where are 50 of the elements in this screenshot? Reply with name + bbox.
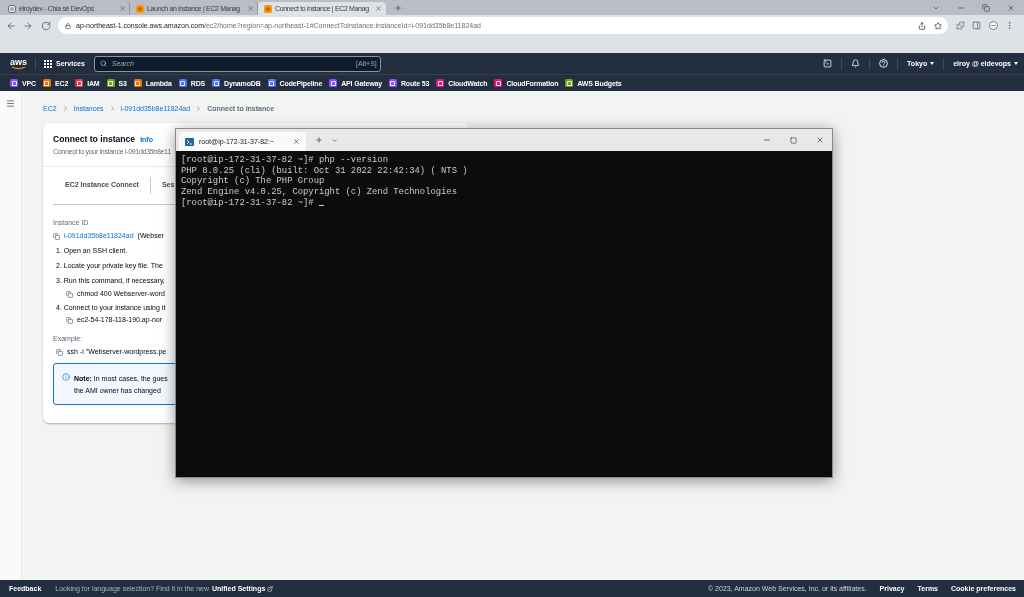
close-icon[interactable] — [375, 5, 382, 12]
caret-icon — [1014, 62, 1018, 65]
minimize-icon[interactable] — [763, 136, 771, 144]
close-icon[interactable] — [293, 138, 300, 145]
avatar-icon[interactable] — [989, 21, 998, 30]
new-tab-icon[interactable] — [394, 3, 402, 12]
restore-icon[interactable] — [982, 3, 990, 12]
chevron-right-icon — [61, 104, 69, 112]
back-icon[interactable] — [6, 20, 16, 31]
share-icon[interactable] — [918, 21, 926, 30]
terminal-line: [root@ip-172-31-37-82 ~]# — [181, 197, 314, 209]
new-tab-icon[interactable] — [315, 136, 323, 144]
logo[interactable]: aws — [10, 57, 27, 70]
terminal-icon[interactable] — [823, 59, 833, 68]
chevron-down-icon[interactable] — [331, 136, 338, 144]
terminal-line: Zend Engine v4.0.25, Copyright (c) Zend Technologies — [181, 187, 457, 198]
close-icon[interactable] — [816, 136, 824, 144]
close-icon[interactable] — [119, 5, 126, 12]
copy-icon[interactable] — [66, 316, 73, 324]
chevron-right-icon — [108, 104, 116, 112]
copy-icon[interactable] — [56, 348, 63, 356]
terminal-line: [root@ip-172-31-37-82 ~]# php --version — [181, 155, 388, 166]
puzzle-icon[interactable] — [956, 21, 965, 30]
reload-icon[interactable] — [41, 20, 51, 31]
grid-icon — [44, 59, 52, 68]
external-link-icon — [267, 585, 274, 592]
copy-icon[interactable] — [53, 232, 60, 240]
maximize-icon[interactable] — [790, 136, 797, 144]
forward-icon[interactable] — [23, 20, 33, 31]
info-icon — [62, 373, 70, 381]
menu-icon[interactable] — [6, 99, 15, 108]
page-icon — [8, 4, 16, 13]
help-icon[interactable] — [879, 59, 889, 68]
close-icon[interactable] — [1007, 3, 1015, 12]
lock-icon — [65, 22, 71, 29]
terminal-line: Copyright (c) The PHP Group — [181, 176, 325, 187]
star-icon[interactable] — [934, 21, 942, 30]
panel-title: Connect to instance — [53, 133, 136, 145]
close-icon[interactable] — [247, 5, 254, 12]
terminal-line: PHP 8.0.25 (cli) (built: Oct 31 2022 22:42:34) ( NTS ) — [181, 165, 468, 176]
cube-icon — [136, 4, 144, 13]
terminal-prompt-icon — [185, 137, 194, 146]
side-panel-icon[interactable] — [972, 21, 981, 30]
search-icon — [99, 59, 107, 67]
caret-icon — [930, 62, 935, 65]
copy-icon[interactable] — [66, 290, 73, 298]
cube-icon — [264, 4, 272, 13]
chevron-right-icon — [195, 104, 203, 112]
more-icon[interactable] — [1005, 21, 1014, 30]
bell-icon[interactable] — [851, 59, 861, 68]
